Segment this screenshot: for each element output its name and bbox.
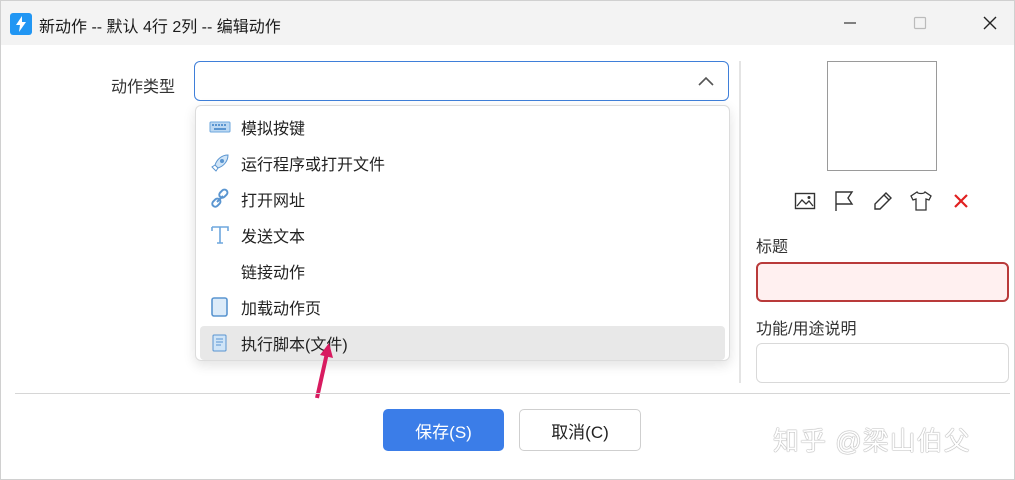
delete-x-icon [954, 194, 968, 208]
option-label: 加载动作页 [241, 301, 322, 318]
maximize-button[interactable] [897, 7, 943, 39]
title-input[interactable] [756, 262, 1009, 302]
option-run-script[interactable]: 执行脚本(文件) [200, 326, 725, 360]
footer-divider [15, 393, 1010, 394]
chevron-up-icon [698, 76, 714, 86]
option-load-action-page[interactable]: 加载动作页 [200, 290, 725, 324]
action-type-select[interactable] [194, 61, 729, 101]
option-label: 链接动作 [241, 265, 306, 282]
title-label: 标题 [756, 239, 789, 256]
keyboard-icon [208, 115, 232, 139]
icon-preview[interactable] [827, 61, 937, 171]
flag-button[interactable] [830, 187, 858, 215]
action-type-dropdown: 模拟按键 运行程序或打开文件 打开网址 发送文本 链接动作 加载动作页 执行脚本… [195, 105, 730, 361]
close-button[interactable] [967, 7, 1013, 39]
window-title: 新动作 -- 默认 4行 2列 -- 编辑动作 [39, 19, 281, 36]
image-icon [794, 192, 816, 210]
flag-icon [835, 191, 854, 211]
option-simulate-keys[interactable]: 模拟按键 [200, 110, 725, 144]
option-run-program[interactable]: 运行程序或打开文件 [200, 146, 725, 180]
action-type-label: 动作类型 [111, 79, 176, 96]
eyedropper-button[interactable] [869, 187, 897, 215]
option-send-text[interactable]: 发送文本 [200, 218, 725, 252]
text-t-icon [208, 223, 232, 247]
eyedropper-icon [874, 192, 892, 210]
option-label: 模拟按键 [241, 121, 306, 138]
title-bar: 新动作 -- 默认 4行 2列 -- 编辑动作 [1, 1, 1014, 45]
option-link-action[interactable]: 链接动作 [200, 254, 725, 288]
script-icon [208, 331, 232, 355]
option-label: 运行程序或打开文件 [241, 157, 386, 174]
image-button[interactable] [791, 187, 819, 215]
description-label: 功能/用途说明 [756, 321, 857, 338]
shirt-button[interactable] [907, 187, 935, 215]
option-label: 发送文本 [241, 229, 306, 246]
minimize-icon [844, 22, 856, 24]
annotation-arrow-icon [315, 343, 333, 399]
delete-button[interactable] [947, 187, 975, 215]
save-button[interactable]: 保存(S) [383, 409, 504, 451]
shirt-icon [910, 191, 932, 211]
page-icon [208, 295, 232, 319]
blank-icon [208, 259, 232, 283]
close-icon [983, 16, 997, 30]
watermark: 知乎 @梁山伯父 [773, 426, 971, 456]
link-icon [208, 187, 232, 211]
minimize-button[interactable] [827, 7, 873, 39]
description-input[interactable] [756, 343, 1009, 383]
app-logo-icon [10, 13, 32, 35]
edit-action-window: 新动作 -- 默认 4行 2列 -- 编辑动作 动作类型 模拟按键 运行程序或打… [0, 0, 1015, 480]
panel-divider [739, 61, 741, 383]
option-label: 打开网址 [241, 193, 306, 210]
rocket-icon [208, 151, 232, 175]
cancel-button[interactable]: 取消(C) [519, 409, 641, 451]
maximize-icon [913, 16, 927, 30]
option-open-url[interactable]: 打开网址 [200, 182, 725, 216]
